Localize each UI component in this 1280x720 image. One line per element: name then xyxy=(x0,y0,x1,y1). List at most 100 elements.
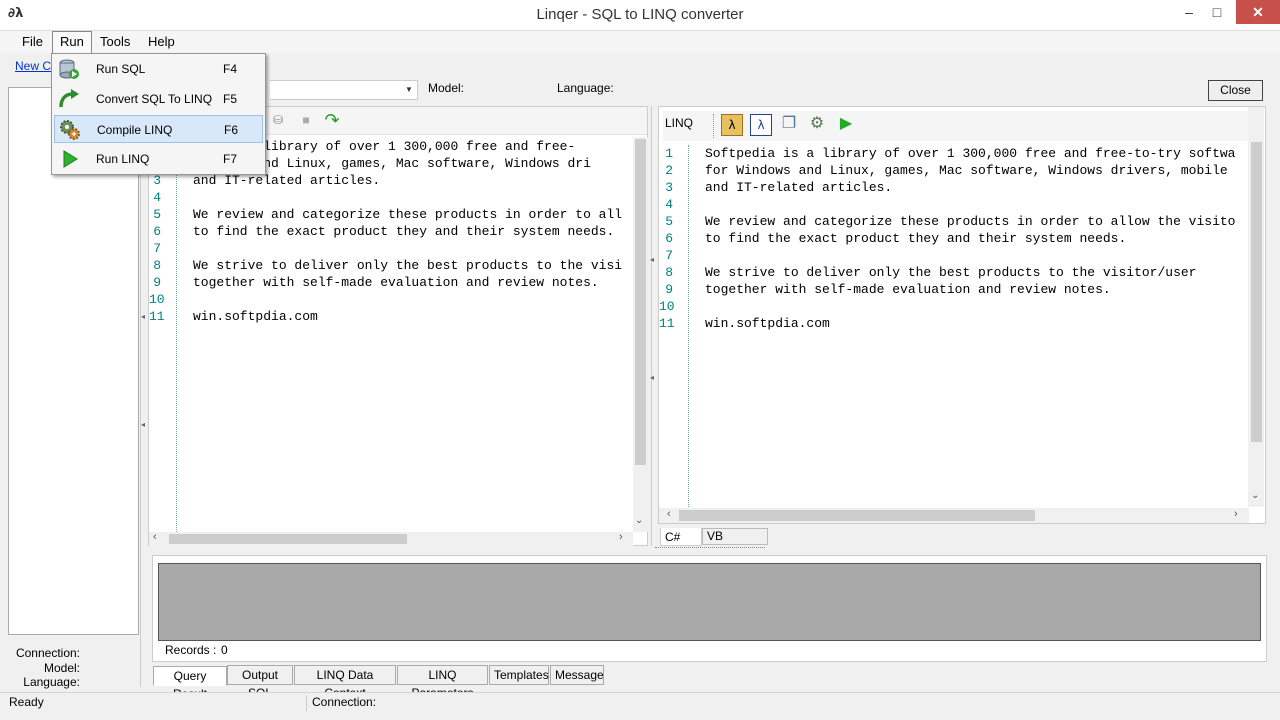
code-line[interactable]: for Windows and Linux, games, Mac softwa… xyxy=(705,162,1228,179)
line-number: 5 xyxy=(665,214,673,229)
tab-csharp[interactable]: C# xyxy=(660,528,702,546)
menu-item-convert-sql[interactable]: Convert SQL To LINQ F5 xyxy=(54,85,263,113)
tab-templates[interactable]: Templates xyxy=(489,665,549,685)
close-button[interactable]: Close xyxy=(1208,80,1263,101)
line-number: 6 xyxy=(153,224,161,239)
window-close-button[interactable]: ✕ xyxy=(1236,0,1280,24)
splitter-left-arrow-icon[interactable]: ◂ xyxy=(650,255,654,264)
splitter-left-arrow-icon[interactable]: ◂ xyxy=(141,420,145,429)
sql-code-area[interactable]: 1 is a library of over 1 300,000 free an… xyxy=(149,138,629,533)
code-line[interactable]: to find the exact product they and their… xyxy=(193,223,614,240)
menu-item-compile-linq[interactable]: Compile LINQ F6 xyxy=(54,115,263,143)
code-line[interactable]: We review and categorize these products … xyxy=(193,206,622,223)
linq-vscroll-thumb[interactable] xyxy=(1251,142,1262,442)
run-sql-shortcut: F4 xyxy=(223,62,238,76)
chevron-left-icon[interactable]: ‹ xyxy=(667,508,671,520)
menu-item-run-linq[interactable]: Run LINQ F7 xyxy=(54,145,263,173)
line-number: 7 xyxy=(665,248,673,263)
splitter-left-arrow-icon[interactable]: ◂ xyxy=(141,312,145,321)
toolbar-separator xyxy=(713,114,714,138)
line-number: 9 xyxy=(665,282,673,297)
line-number: 2 xyxy=(665,163,673,178)
language-label: Language: xyxy=(557,81,614,95)
linq-vertical-scrollbar[interactable]: ⌄ xyxy=(1248,107,1264,507)
menu-run[interactable]: Run xyxy=(52,31,92,53)
editor-splitter[interactable] xyxy=(651,106,656,546)
code-line[interactable]: We strive to deliver only the best produ… xyxy=(193,257,622,274)
tab-linq-parameters[interactable]: LINQ Parameters xyxy=(397,665,488,700)
maximize-button[interactable]: □ xyxy=(1200,0,1234,24)
line-number: 3 xyxy=(665,180,673,195)
code-line[interactable]: and IT-related articles. xyxy=(705,179,892,196)
chevron-down-icon[interactable]: ⌄ xyxy=(635,515,643,526)
play-icon xyxy=(58,148,80,170)
splitter[interactable] xyxy=(140,87,141,687)
save-lambda-icon[interactable]: λ xyxy=(750,114,772,136)
linq-horizontal-scrollbar[interactable]: ‹ › xyxy=(659,508,1249,523)
status-text: Ready xyxy=(9,695,44,709)
sql-horizontal-scrollbar[interactable]: ‹ › xyxy=(149,531,633,546)
lambda-icon[interactable]: λ xyxy=(721,114,743,136)
menu-bar: File Run Tools Help xyxy=(0,31,1280,53)
line-number: 4 xyxy=(153,190,161,205)
title-bar: ∂λ Linqer - SQL to LINQ converter – □ ✕ xyxy=(0,0,1280,31)
linq-editor[interactable]: LINQ λ λ ❐ ⚙ ▶ 1 Softpedia is a library o… xyxy=(658,106,1266,524)
copy-icon[interactable]: ❐ xyxy=(778,114,800,136)
linq-tab-label: LINQ xyxy=(665,116,694,130)
run-linq-shortcut: F7 xyxy=(223,152,238,166)
query-result-grid[interactable] xyxy=(158,563,1261,641)
chevron-right-icon[interactable]: › xyxy=(619,531,623,543)
tab-message[interactable]: Message xyxy=(550,665,604,685)
line-number: 8 xyxy=(153,258,161,273)
code-line[interactable]: We review and categorize these products … xyxy=(705,213,1236,230)
chevron-down-icon[interactable]: ⌄ xyxy=(1251,490,1259,501)
sql-vscroll-thumb[interactable] xyxy=(635,139,646,465)
convert-arrow-icon xyxy=(58,88,80,110)
left-connection-label: Connection: xyxy=(15,646,80,660)
splitter-left-arrow-icon[interactable]: ◂ xyxy=(650,373,654,382)
line-number: 7 xyxy=(153,241,161,256)
menu-item-run-sql[interactable]: Run SQL F4 xyxy=(54,55,263,83)
code-line[interactable]: Softpedia is a library of over 1 300,000… xyxy=(705,145,1236,162)
menu-tools[interactable]: Tools xyxy=(93,31,137,53)
database-run-icon[interactable]: ⛁ xyxy=(267,110,289,132)
linq-code-area[interactable]: 1 Softpedia is a library of over 1 300,00… xyxy=(659,145,1245,505)
tab-query-result[interactable]: Query Result xyxy=(153,666,227,701)
line-number: 10 xyxy=(149,292,165,307)
code-line[interactable]: to find the exact product they and their… xyxy=(705,230,1126,247)
run-linq-label: Run LINQ xyxy=(96,152,150,166)
run-sql-label: Run SQL xyxy=(96,62,146,76)
convert-arrow-icon[interactable]: ↷ xyxy=(321,110,343,132)
code-line[interactable]: We strive to deliver only the best produ… xyxy=(705,264,1196,281)
tab-output-sql[interactable]: Output SQL xyxy=(227,665,293,700)
connection-select[interactable] xyxy=(270,80,418,100)
sql-hscroll-thumb[interactable] xyxy=(169,534,407,544)
code-line[interactable]: win.softpdia.com xyxy=(705,315,830,332)
line-number: 8 xyxy=(665,265,673,280)
run-menu-dropdown: Run SQL F4 Convert SQL To LINQ F5 Compil… xyxy=(51,53,266,175)
horizontal-splitter[interactable] xyxy=(655,547,765,553)
convert-sql-label: Convert SQL To LINQ xyxy=(96,92,213,106)
linq-hscroll-thumb[interactable] xyxy=(679,510,1035,521)
gears-icon xyxy=(59,119,81,141)
compile-linq-shortcut: F6 xyxy=(224,123,239,137)
left-language-label: Language: xyxy=(23,675,80,689)
chevron-right-icon[interactable]: › xyxy=(1234,508,1238,520)
menu-help[interactable]: Help xyxy=(141,31,182,53)
tab-linq-data-context[interactable]: LINQ Data Context xyxy=(294,665,396,700)
chevron-left-icon[interactable]: ‹ xyxy=(153,531,157,543)
code-line[interactable]: together with self-made evaluation and r… xyxy=(193,274,599,291)
tab-vb[interactable]: VB xyxy=(702,528,768,545)
code-line[interactable]: win.softpdia.com xyxy=(193,308,318,325)
left-model-label: Model: xyxy=(43,661,80,675)
status-connection-label: Connection: xyxy=(312,695,377,709)
code-line[interactable]: together with self-made evaluation and r… xyxy=(705,281,1111,298)
chevron-down-icon[interactable]: ▼ xyxy=(405,85,413,94)
play-icon[interactable]: ▶ xyxy=(835,114,857,136)
gears-icon[interactable]: ⚙ xyxy=(806,114,828,136)
sql-vertical-scrollbar[interactable]: ⌄ xyxy=(633,137,648,532)
menu-file[interactable]: File xyxy=(15,31,50,53)
line-number: 5 xyxy=(153,207,161,222)
convert-sql-shortcut: F5 xyxy=(223,92,238,106)
stop-icon[interactable]: ■ xyxy=(295,110,317,132)
